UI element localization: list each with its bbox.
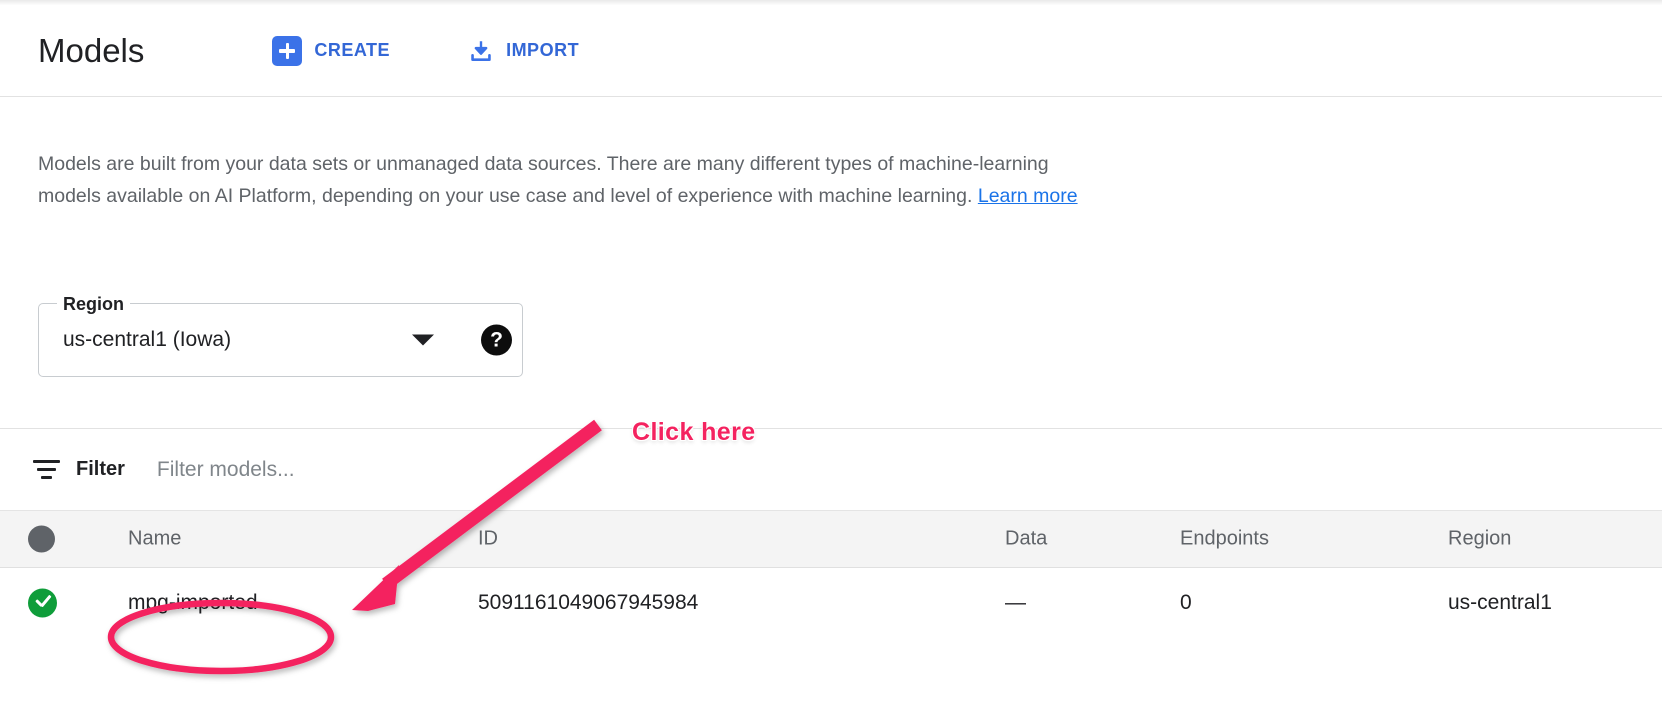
description-line-3: level of experience with machine learnin…: [610, 185, 972, 207]
column-header-endpoints[interactable]: Endpoints: [1180, 528, 1269, 551]
table-row[interactable]: mpg-imported 5091161049067945984 — 0 us-…: [0, 568, 1662, 638]
column-header-region[interactable]: Region: [1448, 528, 1511, 551]
page-description: Models are built from your data sets or …: [38, 148, 1078, 212]
description-line-1: Models are built from your data sets or …: [38, 153, 820, 175]
circle-checkbox-icon: [28, 526, 55, 553]
import-button-label: IMPORT: [506, 40, 579, 61]
region-select[interactable]: Region us-central1 (Iowa): [38, 303, 523, 377]
cell-endpoints: 0: [1180, 591, 1192, 615]
page-header: Models CREATE IMPORT: [0, 5, 1662, 97]
check-circle-icon: [28, 589, 57, 618]
region-selected-value: us-central1 (Iowa): [63, 328, 231, 352]
filter-bar: Filter: [0, 429, 1662, 510]
cell-region: us-central1: [1448, 591, 1552, 615]
filter-input[interactable]: [157, 458, 717, 482]
filter-icon[interactable]: [33, 460, 60, 480]
row-checkbox[interactable]: [28, 589, 57, 618]
select-all-checkbox[interactable]: [28, 526, 55, 553]
header-actions: CREATE IMPORT: [266, 32, 585, 70]
create-button[interactable]: CREATE: [266, 32, 396, 70]
page-bottom-area: [0, 638, 1662, 720]
help-icon[interactable]: ?: [481, 325, 512, 356]
cell-model-name[interactable]: mpg-imported: [128, 591, 258, 615]
create-button-label: CREATE: [314, 40, 390, 61]
plus-icon: [272, 36, 302, 66]
column-header-name[interactable]: Name: [128, 528, 181, 551]
import-button[interactable]: IMPORT: [462, 34, 585, 68]
region-label: Region: [57, 293, 130, 315]
models-page: Models CREATE IMPORT Models are built fr…: [0, 0, 1662, 720]
cell-model-id: 5091161049067945984: [478, 591, 698, 615]
region-selector: Region us-central1 (Iowa) ?: [38, 303, 523, 377]
download-icon: [468, 38, 494, 64]
learn-more-link[interactable]: Learn more: [978, 185, 1078, 207]
chevron-down-icon: [412, 335, 434, 346]
page-title: Models: [38, 32, 144, 70]
column-header-id[interactable]: ID: [478, 528, 498, 551]
column-header-data[interactable]: Data: [1005, 528, 1047, 551]
cell-data: —: [1005, 591, 1026, 615]
annotation-click-here-text: Click here: [632, 418, 756, 447]
table-header-row: Name ID Data Endpoints Region: [0, 510, 1662, 568]
filter-label: Filter: [76, 458, 125, 481]
